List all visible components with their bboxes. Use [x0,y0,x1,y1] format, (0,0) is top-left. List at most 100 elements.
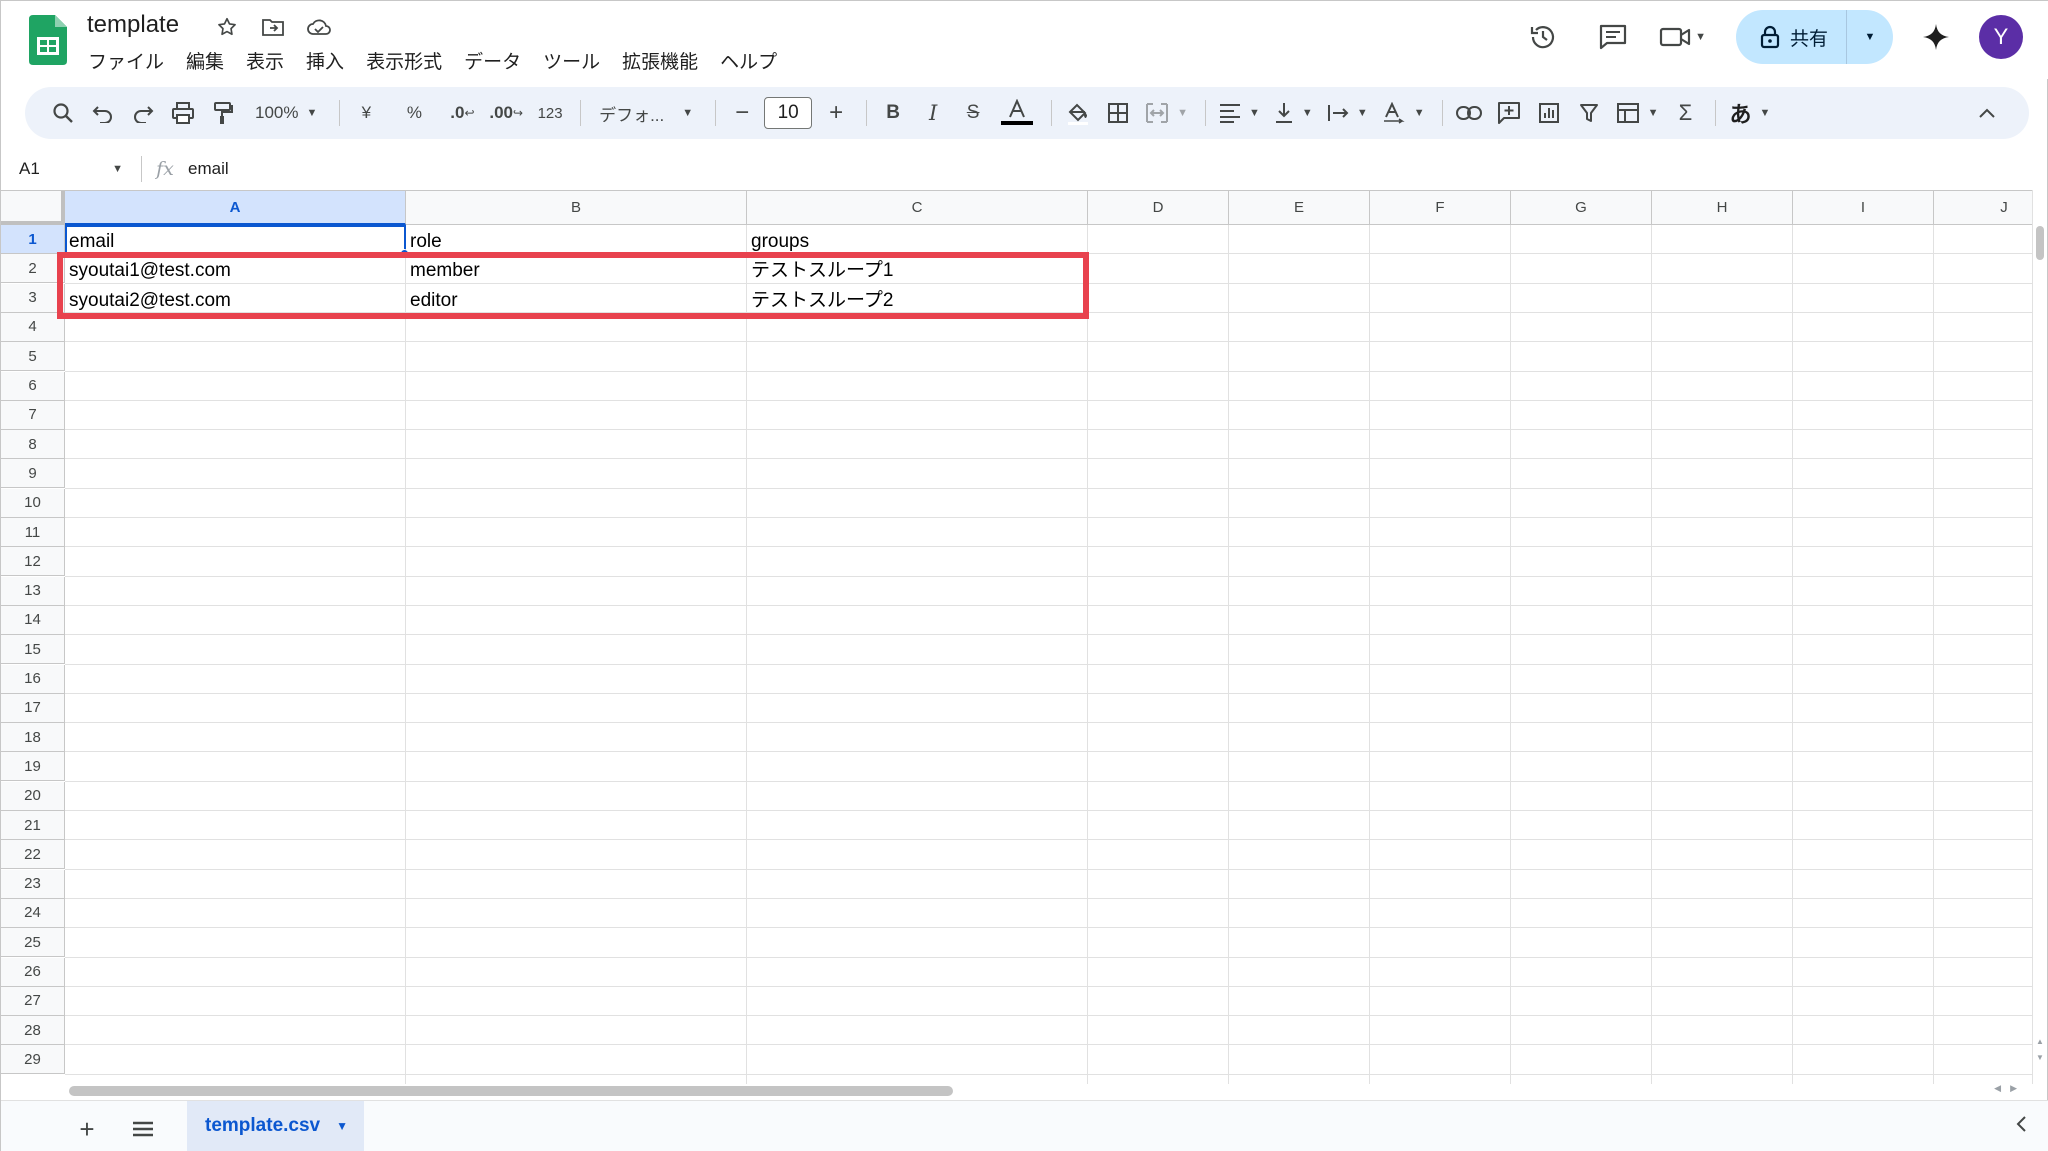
menu-insert[interactable]: 挿入 [295,45,355,76]
filter-views-button[interactable]: ▼ [1611,95,1664,131]
functions-button[interactable]: Σ [1667,95,1703,131]
vertical-scroll-thumb[interactable] [2036,226,2044,260]
document-title[interactable]: template [87,11,179,39]
text-wrapping-button[interactable]: ▼ [1322,95,1373,131]
hide-menus-button[interactable] [1969,95,2005,131]
row-header-11[interactable]: 11 [1,518,65,547]
sheets-logo[interactable] [29,15,67,65]
name-box[interactable]: A1 ▼ [1,151,141,187]
row-header-18[interactable]: 18 [1,723,65,753]
row-header-8[interactable]: 8 [1,430,65,460]
row-header-23[interactable]: 23 [1,869,65,899]
fill-color-button[interactable] [1060,95,1096,131]
row-header-20[interactable]: 20 [1,781,65,811]
borders-button[interactable] [1100,95,1136,131]
increase-decimal-button[interactable]: .00 ↪ [484,95,528,131]
column-header-h[interactable]: H [1652,191,1793,225]
scroll-down-arrow-icon[interactable]: ▼ [2036,1053,2044,1062]
row-header-4[interactable]: 4 [1,312,65,342]
scroll-up-arrow-icon[interactable]: ▲ [2036,1037,2044,1046]
share-dropdown[interactable]: ▼ [1847,10,1893,64]
undo-button[interactable] [85,95,121,131]
row-header-22[interactable]: 22 [1,840,65,870]
column-header-b[interactable]: B [406,191,747,225]
move-folder-icon[interactable] [257,13,289,41]
menu-edit[interactable]: 編集 [175,45,235,76]
star-icon[interactable] [211,13,243,41]
input-tools-button[interactable]: あ ▼ [1724,95,1775,131]
comments-button[interactable] [1589,13,1637,61]
row-header-28[interactable]: 28 [1,1016,65,1046]
menu-extensions[interactable]: 拡張機能 [611,45,709,76]
scroll-left-arrow-icon[interactable]: ◀ [1994,1083,2001,1094]
column-header-j[interactable]: J [1934,191,2034,225]
paint-format-button[interactable] [205,95,241,131]
row-header-25[interactable]: 25 [1,928,65,958]
row-header-6[interactable]: 6 [1,371,65,401]
menu-file[interactable]: ファイル [77,45,175,76]
formula-input[interactable]: email [188,159,229,179]
search-menus-button[interactable] [45,95,81,131]
decrease-font-size-button[interactable]: − [724,95,760,131]
vertical-scrollbar[interactable]: ▲ ▼ [2032,190,2047,1084]
column-header-a[interactable]: A [65,191,406,225]
font-family-select[interactable]: デフォ... ▼ [589,95,703,131]
scroll-right-arrow-icon[interactable]: ▶ [2010,1083,2017,1094]
gemini-button[interactable] [1915,16,1957,58]
share-button[interactable]: 共有 ▼ [1735,10,1893,64]
text-rotation-button[interactable]: ▼ [1377,95,1430,131]
row-header-5[interactable]: 5 [1,342,65,372]
merge-cells-button[interactable]: ▼ [1140,95,1193,131]
increase-font-size-button[interactable]: + [818,95,854,131]
row-header-26[interactable]: 26 [1,957,65,987]
row-header-29[interactable]: 29 [1,1045,65,1075]
all-sheets-button[interactable] [125,1113,161,1145]
column-header-f[interactable]: F [1370,191,1511,225]
more-formats-button[interactable]: 123 [532,95,568,131]
row-header-17[interactable]: 17 [1,693,65,723]
menu-view[interactable]: 表示 [235,45,295,76]
vertical-align-button[interactable]: ▼ [1269,95,1318,131]
row-header-14[interactable]: 14 [1,605,65,635]
insert-comment-button[interactable] [1491,95,1527,131]
menu-tools[interactable]: ツール [532,45,611,76]
row-header-15[interactable]: 15 [1,635,65,665]
chevron-down-icon[interactable]: ▼ [336,1119,348,1133]
decrease-decimal-button[interactable]: .0 ↩ [444,95,480,131]
meet-button[interactable]: ▼ [1659,25,1706,49]
row-header-12[interactable]: 12 [1,547,65,577]
row-header-2[interactable]: 2 [1,254,65,284]
insert-chart-button[interactable] [1531,95,1567,131]
strikethrough-button[interactable]: S [955,95,991,131]
select-all-corner[interactable] [1,191,65,225]
redo-button[interactable] [125,95,161,131]
menu-data[interactable]: データ [453,45,532,76]
account-avatar[interactable]: Y [1979,15,2023,59]
row-header-21[interactable]: 21 [1,811,65,840]
row-header-1[interactable]: 1 [1,225,65,254]
zoom-select[interactable]: 100% ▼ [245,95,327,131]
print-button[interactable] [165,95,201,131]
row-header-9[interactable]: 9 [1,459,65,489]
cell-c1[interactable]: groups [747,225,1088,254]
sheet-tab[interactable]: template.csv ▼ [187,1101,365,1151]
format-currency-button[interactable]: ¥ [348,95,384,131]
row-header-10[interactable]: 10 [1,488,65,518]
row-header-7[interactable]: 7 [1,400,65,430]
row-header-24[interactable]: 24 [1,898,65,928]
version-history-button[interactable] [1519,13,1567,61]
insert-link-button[interactable] [1451,95,1487,131]
format-percent-button[interactable]: % [396,95,432,131]
column-header-c[interactable]: C [747,191,1088,225]
side-panel-toggle[interactable] [2015,1113,2027,1139]
share-main[interactable]: 共有 [1736,10,1847,64]
column-header-e[interactable]: E [1229,191,1370,225]
cell-b1[interactable]: role [406,225,747,254]
text-color-button[interactable] [995,95,1039,131]
column-header-i[interactable]: I [1793,191,1934,225]
cloud-saved-icon[interactable] [303,13,335,41]
row-header-13[interactable]: 13 [1,576,65,606]
row-header-19[interactable]: 19 [1,752,65,782]
font-size-input[interactable]: 10 [764,97,813,129]
column-header-g[interactable]: G [1511,191,1652,225]
